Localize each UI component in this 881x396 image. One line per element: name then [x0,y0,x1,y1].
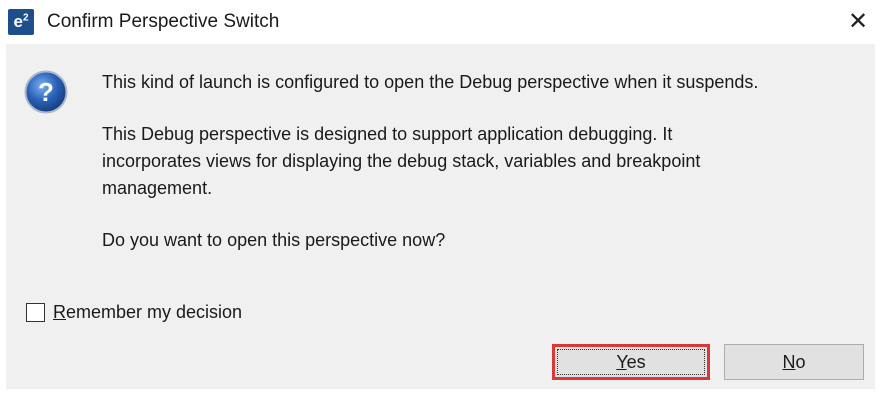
remember-decision-label[interactable]: Remember my decision [53,302,242,323]
message-paragraph-line-3: management. [102,178,213,198]
no-mnemonic: N [782,352,796,372]
no-label-rest: o [795,352,806,372]
remember-mnemonic: R [53,301,66,322]
svg-text:?: ? [38,77,54,107]
remember-label-rest: emember my decision [66,301,243,322]
message-paragraph-line-1: This Debug perspective is designed to su… [102,124,673,144]
message-line-1: This kind of launch is configured to ope… [102,72,759,92]
message-question: Do you want to open this perspective now… [102,230,446,250]
window-title: Confirm Perspective Switch [47,11,280,32]
close-icon[interactable]: ✕ [835,0,881,44]
e2-studio-icon: e2 [8,9,34,35]
remember-decision-checkbox[interactable] [26,302,45,322]
dialog-body: ? This kind of launch is configured to o… [6,44,875,389]
message-paragraph-line-2: incorporates views for displaying the de… [102,151,701,171]
yes-button[interactable]: Yes [552,344,710,380]
title-bar: e2 Confirm Perspective Switch ✕ [0,0,881,44]
confirm-perspective-switch-dialog: e2 Confirm Perspective Switch ✕ ? This k… [0,0,881,396]
focus-rectangle [557,349,705,375]
remember-decision-checkbox-row[interactable]: Remember my decision [26,298,242,326]
no-button[interactable]: No [724,344,864,380]
question-icon: ? [24,70,68,114]
